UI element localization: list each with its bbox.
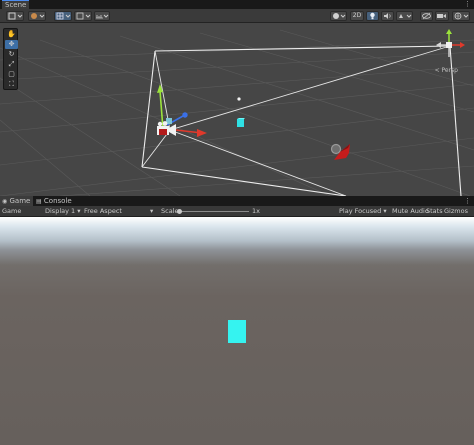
game-tab-menu-icon[interactable]: ⋮ (464, 196, 471, 206)
sphere-icon (31, 13, 45, 19)
transform-tool[interactable]: ⛶ (5, 80, 18, 89)
scale-label: Scale (161, 207, 179, 215)
scale-value: 1x (252, 207, 260, 215)
play-focused-label: Play Focused (339, 207, 382, 215)
scale-slider-thumb[interactable] (177, 209, 182, 214)
toggle-2d-label: 2D (352, 12, 362, 19)
mute-audio-label: Mute Audio (392, 207, 429, 215)
scene-toolbar: 2D (0, 9, 474, 23)
video-camera-icon (437, 14, 446, 18)
camera-dropdown[interactable] (330, 11, 347, 21)
scene-viewport[interactable]: ✋ ✥ ↻ ⤢ ▢ ⛶ < Persp (0, 23, 474, 196)
camera-frustum (141, 45, 462, 196)
orientation-gizmo[interactable] (432, 29, 466, 61)
scale-icon: ⤢ (8, 60, 15, 68)
toggle-2d-button[interactable]: 2D (350, 11, 364, 21)
rotate-tool[interactable]: ↻ (5, 50, 18, 59)
game-view-label: Game (2, 207, 22, 215)
camera-icon (333, 13, 346, 19)
play-focused-dropdown[interactable]: Play Focused ▾ (339, 206, 387, 217)
tab-console[interactable]: ▤ Console (34, 196, 75, 206)
shaded-icon (8, 12, 23, 20)
grid-icon (56, 12, 71, 20)
hand-tool[interactable]: ✋ (5, 30, 18, 39)
globe-icon (454, 12, 469, 20)
light-gizmo-icon[interactable] (236, 96, 242, 102)
effects-dropdown[interactable] (396, 11, 413, 21)
tab-scene-label: Scene (5, 1, 27, 9)
hand-icon: ✋ (7, 30, 16, 38)
eye-slash-icon (422, 12, 431, 20)
stats-label: Stats (426, 207, 443, 215)
gizmos-dropdown[interactable] (452, 11, 470, 21)
rect-tool[interactable]: ▢ (5, 70, 18, 79)
display-dropdown[interactable]: Display 1 ▾ (45, 206, 81, 217)
scale-tool[interactable]: ⤢ (5, 60, 18, 69)
snap-increment-dropdown[interactable] (74, 11, 92, 21)
game-view[interactable] (0, 217, 474, 445)
chevron-down-icon: ▾ (383, 207, 387, 215)
cube-object[interactable] (235, 118, 245, 128)
transform-icon: ⛶ (9, 80, 14, 88)
ruler-icon (96, 14, 109, 19)
cube-render (228, 320, 246, 343)
audio-toggle[interactable] (381, 11, 394, 21)
rect-icon: ▢ (8, 70, 15, 78)
gizmos-toggle[interactable]: Gizmos (444, 206, 468, 217)
speaker-icon (384, 13, 391, 19)
gizmos-label: Gizmos (444, 207, 468, 215)
move-tool[interactable]: ✥ (5, 40, 18, 49)
tab-scene[interactable]: Scene (2, 0, 30, 9)
display-label: Display 1 (45, 207, 76, 215)
directional-light-icon[interactable] (326, 140, 354, 162)
console-icon: ▤ (36, 198, 42, 205)
lower-tabbar: ◉ Game ▤ Console ⋮ (0, 196, 474, 206)
move-icon: ✥ (8, 40, 15, 48)
hidden-objects-toggle[interactable] (420, 11, 433, 21)
lightbulb-icon (370, 12, 375, 20)
tab-console-label: Console (43, 197, 72, 205)
gamepad-icon: ◉ (2, 198, 8, 205)
camera-object-icon[interactable] (155, 120, 179, 138)
aspect-chevron-icon[interactable]: ▾ (150, 206, 153, 217)
game-toolbar: Game Display 1 ▾ Free Aspect ▾ Scale 1x … (0, 206, 474, 217)
projection-label[interactable]: < Persp (435, 67, 458, 74)
increment-snap-dropdown[interactable] (94, 11, 110, 21)
tab-game-label: Game (9, 197, 31, 205)
mute-audio-toggle[interactable]: Mute Audio (392, 206, 429, 217)
tool-palette: ✋ ✥ ↻ ⤢ ▢ ⛶ (3, 28, 18, 90)
rotate-icon: ↻ (8, 50, 15, 58)
tab-game[interactable]: ◉ Game (0, 196, 34, 206)
stats-toggle[interactable]: Stats (426, 206, 443, 217)
grid-snap-dropdown[interactable] (54, 11, 72, 21)
lighting-toggle[interactable] (366, 11, 379, 21)
scene-tab-menu-icon[interactable]: ⋮ (464, 0, 471, 9)
render-settings-dropdown[interactable] (28, 11, 46, 21)
game-view-dropdown[interactable]: Game (2, 206, 21, 217)
effects-icon (399, 14, 412, 18)
scene-tabbar: Scene ⋮ (0, 0, 474, 9)
snap-icon (76, 12, 91, 20)
aspect-dropdown[interactable]: Free Aspect (84, 206, 122, 217)
scene-camera-dropdown[interactable] (435, 11, 449, 21)
draw-mode-dropdown[interactable] (6, 11, 24, 21)
scale-slider[interactable] (177, 209, 249, 214)
aspect-label: Free Aspect (84, 207, 122, 215)
chevron-down-icon: ▾ (77, 207, 81, 215)
